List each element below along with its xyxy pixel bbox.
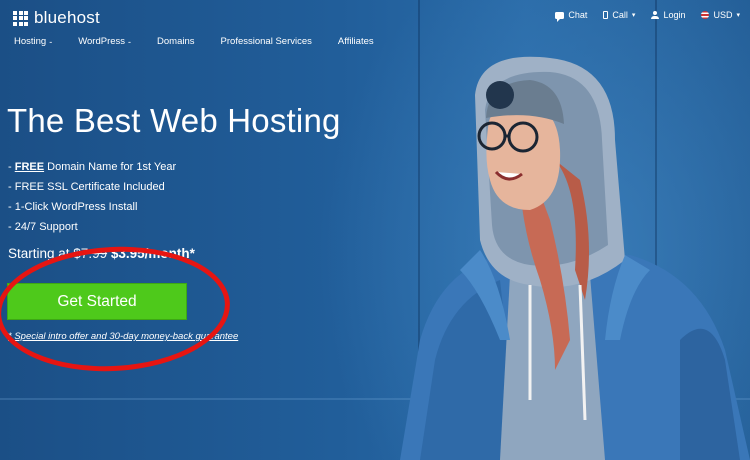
- nav-item-professional-services[interactable]: Professional Services: [221, 36, 312, 47]
- currency-label: USD: [713, 10, 733, 20]
- hero-title: The Best Web Hosting: [7, 102, 341, 139]
- nav-item-domains[interactable]: Domains: [157, 36, 195, 47]
- feature-text: 24/7 Support: [14, 221, 78, 233]
- utility-nav: Chat Call ▾ Login USD ▾: [555, 10, 740, 22]
- phone-icon: [603, 11, 609, 19]
- top-bar: bluehost Chat Call ▾ Login USD ▾: [0, 0, 750, 32]
- logo-text: bluehost: [34, 8, 100, 27]
- logo-grid-icon: [13, 10, 28, 26]
- login-link[interactable]: Login: [651, 10, 685, 20]
- call-label: Call: [612, 10, 628, 20]
- nav-item-wordpress[interactable]: WordPress -: [78, 36, 131, 47]
- nav-item-label: Domains: [157, 36, 195, 47]
- chevron-down-icon: ▾: [736, 12, 740, 19]
- nav-item-label: Affiliates: [337, 36, 374, 47]
- nav-dropdown-indicator: -: [49, 36, 53, 47]
- call-menu[interactable]: Call ▾: [603, 10, 635, 20]
- main-nav: Hosting - WordPress - Domains Profession…: [14, 36, 400, 47]
- feature-text: Domain Name for 1st Year: [44, 161, 177, 173]
- feature-text: FREE SSL Certificate Included: [14, 181, 165, 193]
- feature-item: - 24/7 Support: [8, 221, 176, 241]
- feature-item: - 1-Click WordPress Install: [8, 201, 176, 221]
- user-icon: [651, 11, 660, 19]
- nav-item-label: WordPress: [78, 36, 126, 47]
- feature-bullet: -: [8, 201, 12, 213]
- feature-item: - FREE Domain Name for 1st Year: [8, 161, 176, 181]
- chat-link[interactable]: Chat: [555, 10, 588, 22]
- feature-list: - FREE Domain Name for 1st Year - FREE S…: [8, 161, 176, 241]
- currency-selector[interactable]: USD ▾: [701, 10, 740, 20]
- feature-bullet: -: [8, 161, 12, 173]
- hero-photo-woman: [400, 56, 750, 460]
- feature-text: 1-Click WordPress Install: [14, 201, 138, 213]
- nav-item-label: Professional Services: [220, 36, 312, 47]
- nav-dropdown-indicator: -: [128, 36, 132, 47]
- login-label: Login: [663, 10, 686, 20]
- nav-item-affiliates[interactable]: Affiliates: [338, 36, 374, 47]
- feature-bullet: -: [8, 181, 12, 193]
- feature-item: - FREE SSL Certificate Included: [8, 181, 176, 201]
- chat-label: Chat: [568, 10, 588, 20]
- nav-item-hosting[interactable]: Hosting -: [14, 36, 52, 47]
- us-flag-icon: [701, 11, 710, 19]
- nav-item-label: Hosting: [14, 36, 47, 47]
- chevron-down-icon: ▾: [631, 12, 636, 19]
- feature-highlight: FREE: [14, 161, 45, 173]
- bluehost-logo[interactable]: bluehost: [13, 8, 100, 28]
- chat-icon: [555, 11, 565, 22]
- feature-bullet: -: [8, 221, 12, 233]
